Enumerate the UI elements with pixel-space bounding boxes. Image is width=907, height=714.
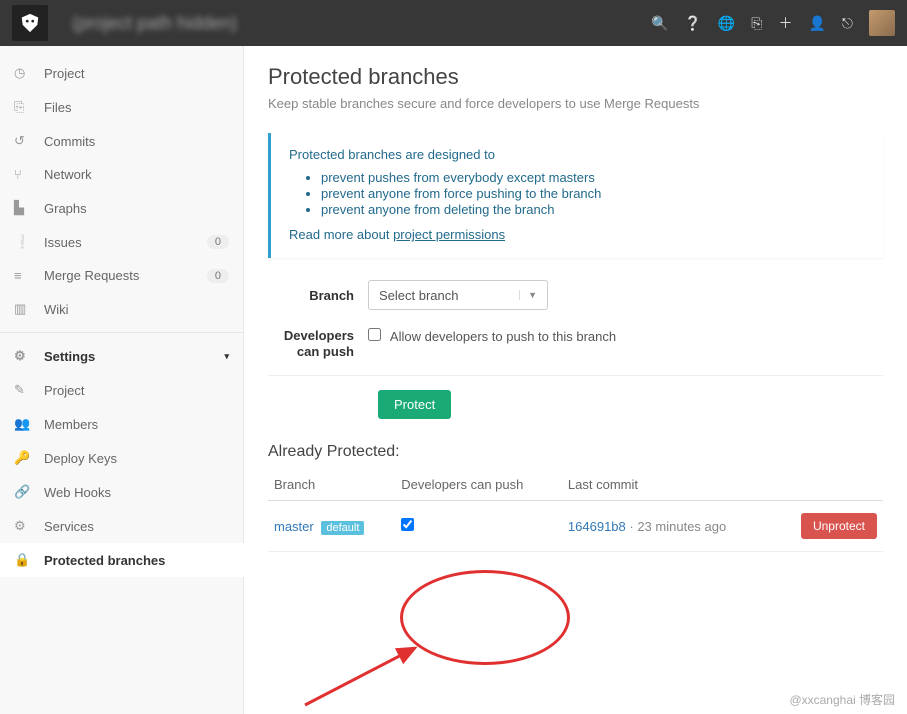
table-row: master default 164691b8 · 23 minutes ago U… xyxy=(268,501,883,552)
sidebar-icon: ↺ xyxy=(14,133,44,149)
devpush-checkbox-label: Allow developers to push to this branch xyxy=(390,329,616,344)
branch-select-value: Select branch xyxy=(379,288,459,303)
devpush-row: Developers can push Allow developers to … xyxy=(268,328,883,376)
table-header: Branch xyxy=(268,469,395,501)
sidebar-item-services[interactable]: ⚙Services xyxy=(0,509,243,543)
plus-icon[interactable]: ＋ xyxy=(778,13,792,33)
watermark: @xxcanghai 博客园 xyxy=(789,691,895,708)
sidebar-icon: ◷ xyxy=(14,65,44,81)
sidebar-item-files[interactable]: ⎘Files xyxy=(0,90,243,124)
sidebar-icon: ⎘ xyxy=(14,99,44,115)
sidebar-icon: ❕ xyxy=(14,234,44,250)
signout-icon[interactable]: ⎋ xyxy=(842,15,853,32)
default-badge: default xyxy=(321,521,364,535)
gears-icon: ⚙ xyxy=(14,348,44,364)
sidebar-icon: ⑂ xyxy=(14,167,44,182)
already-protected-heading: Already Protected: xyxy=(268,443,883,461)
table-header: Last commit xyxy=(562,469,774,501)
sidebar-item-label: Graphs xyxy=(44,201,229,216)
sidebar-item-label: Project xyxy=(44,66,229,81)
sidebar-icon: 🔑 xyxy=(14,450,44,466)
commit-hash-link[interactable]: 164691b8 xyxy=(568,519,626,534)
devpush-label: Developers can push xyxy=(268,328,368,359)
sidebar-item-label: Files xyxy=(44,100,229,115)
sidebar-item-label: Project xyxy=(44,383,229,398)
user-icon[interactable]: 👤 xyxy=(808,15,825,32)
globe-icon[interactable]: 🌐 xyxy=(718,15,735,32)
sidebar-item-wiki[interactable]: ▥Wiki xyxy=(0,292,243,326)
sidebar-icon: ▙ xyxy=(14,200,44,216)
info-point: prevent anyone from force pushing to the… xyxy=(321,186,865,201)
sidebar-item-label: Web Hooks xyxy=(44,485,229,500)
table-header xyxy=(774,469,883,501)
info-point: prevent anyone from deleting the branch xyxy=(321,202,865,217)
protect-button[interactable]: Protect xyxy=(378,390,451,419)
topbar-project-path[interactable]: (project path hidden) xyxy=(72,13,237,34)
sidebar-item-merge-requests[interactable]: ≡Merge Requests0 xyxy=(0,259,243,292)
sidebar-item-commits[interactable]: ↺Commits xyxy=(0,124,243,158)
main-content: Protected branches Keep stable branches … xyxy=(244,46,907,714)
help-icon[interactable]: ❔ xyxy=(684,15,701,32)
sidebar-icon: 🔗 xyxy=(14,484,44,500)
page-title: Protected branches xyxy=(268,64,883,90)
sidebar-item-issues[interactable]: ❕Issues0 xyxy=(0,225,243,259)
project-permissions-link[interactable]: project permissions xyxy=(393,227,505,242)
sidebar-item-web-hooks[interactable]: 🔗Web Hooks xyxy=(0,475,243,509)
sidebar-item-label: Merge Requests xyxy=(44,268,207,283)
info-panel: Protected branches are designed to preve… xyxy=(268,133,883,258)
sidebar-item-label: Members xyxy=(44,417,229,432)
sidebar: ◷Project⎘Files↺Commits⑂Network▙Graphs❕Is… xyxy=(0,46,244,714)
devpush-checkbox[interactable] xyxy=(368,328,381,341)
sidebar-item-label: Protected branches xyxy=(44,553,229,568)
sidebar-icon: 🔒 xyxy=(14,552,44,568)
branch-select[interactable]: Select branch ▼ xyxy=(368,280,548,310)
sidebar-item-label: Deploy Keys xyxy=(44,451,229,466)
protected-branches-table: BranchDevelopers can pushLast commit mas… xyxy=(268,469,883,552)
table-header: Developers can push xyxy=(395,469,562,501)
sidebar-item-label: Wiki xyxy=(44,302,229,317)
app-logo[interactable] xyxy=(12,5,48,41)
count-badge: 0 xyxy=(207,269,229,283)
chevron-down-icon: ▾ xyxy=(224,351,229,362)
branch-row: Branch Select branch ▼ xyxy=(268,280,883,310)
sidebar-item-graphs[interactable]: ▙Graphs xyxy=(0,191,243,225)
sidebar-icon: ≡ xyxy=(14,268,44,283)
commit-ago: · 23 minutes ago xyxy=(629,519,726,534)
sidebar-item-project[interactable]: ◷Project xyxy=(0,56,243,90)
info-readmore: Read more about project permissions xyxy=(289,227,865,242)
sidebar-item-label: Network xyxy=(44,167,229,182)
row-devpush-checkbox[interactable] xyxy=(401,518,414,531)
sidebar-item-label: Issues xyxy=(44,235,207,250)
sidebar-icon: ▥ xyxy=(14,301,44,317)
sidebar-item-network[interactable]: ⑂Network xyxy=(0,158,243,191)
search-icon[interactable]: 🔍 xyxy=(651,15,668,32)
sidebar-item-protected-branches[interactable]: 🔒Protected branches xyxy=(0,543,244,577)
sidebar-divider xyxy=(0,332,243,333)
chevron-down-icon: ▼ xyxy=(519,290,537,300)
sidebar-item-label: Commits xyxy=(44,134,229,149)
unprotect-button[interactable]: Unprotect xyxy=(801,513,877,539)
info-lead: Protected branches are designed to xyxy=(289,147,865,162)
info-point: prevent pushes from everybody except mas… xyxy=(321,170,865,185)
page-subtitle: Keep stable branches secure and force de… xyxy=(268,96,883,111)
topbar: (project path hidden) 🔍 ❔ 🌐 ⎘ ＋ 👤 ⎋ xyxy=(0,0,907,46)
count-badge: 0 xyxy=(207,235,229,249)
branch-link[interactable]: master xyxy=(274,519,314,534)
sidebar-settings-header[interactable]: ⚙ Settings ▾ xyxy=(0,339,243,373)
sidebar-icon: ✎ xyxy=(14,382,44,398)
sidebar-item-deploy-keys[interactable]: 🔑Deploy Keys xyxy=(0,441,243,475)
copy-icon[interactable]: ⎘ xyxy=(751,15,762,32)
branch-label: Branch xyxy=(268,288,368,303)
sidebar-icon: ⚙ xyxy=(14,518,44,534)
sidebar-icon: 👥 xyxy=(14,416,44,432)
sidebar-item-members[interactable]: 👥Members xyxy=(0,407,243,441)
settings-label: Settings xyxy=(44,349,220,364)
avatar[interactable] xyxy=(869,10,895,36)
sidebar-item-project[interactable]: ✎Project xyxy=(0,373,243,407)
sidebar-item-label: Services xyxy=(44,519,229,534)
topbar-actions: 🔍 ❔ 🌐 ⎘ ＋ 👤 ⎋ xyxy=(651,10,895,36)
